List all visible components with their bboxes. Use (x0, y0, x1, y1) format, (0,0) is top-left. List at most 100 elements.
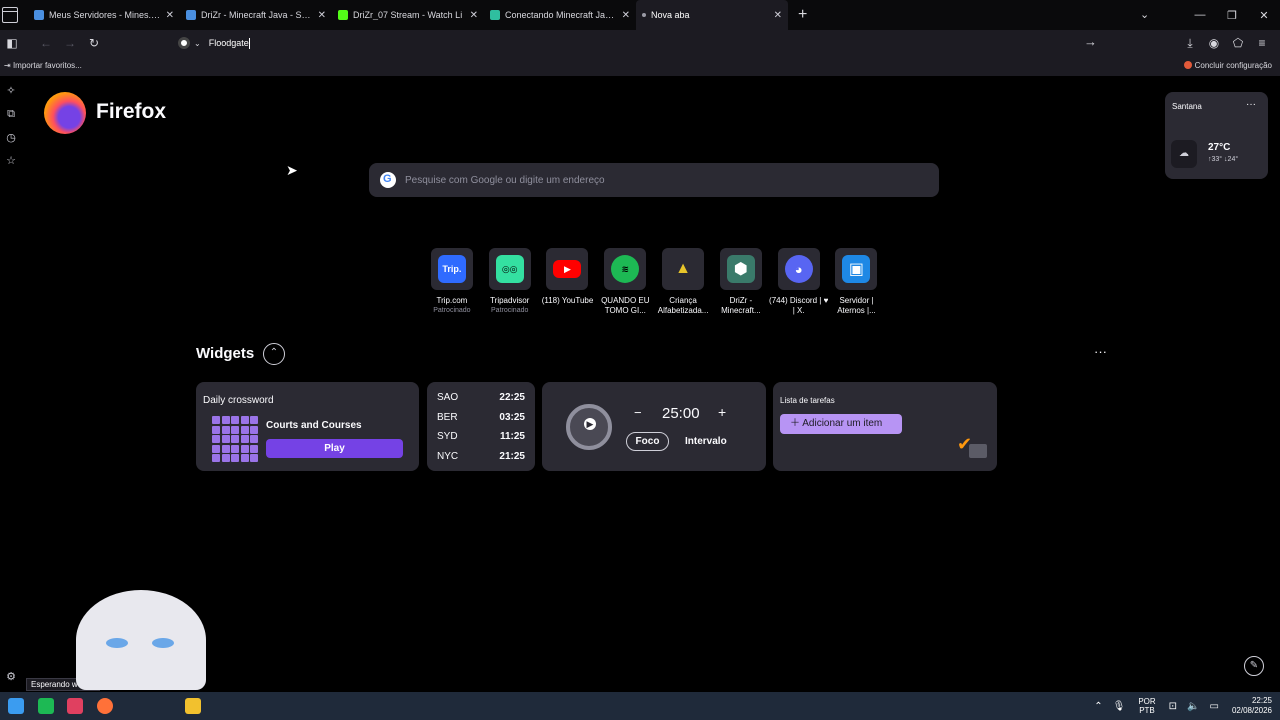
microphone-icon[interactable]: 🎙 (1113, 701, 1126, 712)
address-bar[interactable]: ⌄ Floodgate (172, 33, 1092, 53)
tab-4[interactable]: Nova aba ✕ (636, 0, 788, 30)
downloads-icon[interactable]: ⤓ (1178, 36, 1202, 51)
windows-start-icon[interactable] (8, 698, 24, 714)
sidebar-toggle-icon[interactable]: ◧ (0, 36, 24, 50)
file-explorer-icon[interactable] (185, 698, 201, 714)
shortcut-tile[interactable]: ▣ Servidor | Aternos |... (828, 248, 886, 316)
clock-city: SYD (437, 431, 458, 442)
tab-0[interactable]: Meus Servidores - Mines.host ✕ (28, 0, 180, 30)
history-icon[interactable]: ◷ (4, 131, 18, 144)
shortcut-icon-frame: ◎◎ (488, 248, 531, 290)
close-tab-icon[interactable]: ✕ (622, 10, 630, 21)
crossword-widget: Daily crossword Courts and Courses Play (196, 382, 419, 471)
widgets-more-icon[interactable]: ··· (1094, 344, 1107, 359)
weather-high-low: ↑33° ↓24° (1208, 156, 1238, 163)
customize-pencil-icon[interactable]: ✎ (1244, 656, 1264, 676)
shortcut-icon-frame: ◕ (777, 248, 820, 290)
add-item-button[interactable]: ＋ Adicionar um item (780, 414, 902, 434)
mouse-cursor-icon: ➤ (286, 162, 298, 178)
weather-condition-icon: ☁ (1171, 140, 1197, 168)
go-arrow-icon[interactable]: → (1084, 34, 1097, 49)
play-button[interactable]: Play (266, 439, 403, 458)
search-placeholder: Pesquise com Google ou digite um endereç… (405, 174, 605, 186)
address-input[interactable]: Floodgate (209, 38, 249, 48)
shortcut-icon-frame: ≋ (604, 248, 647, 290)
decrease-time-button[interactable]: − (634, 405, 642, 420)
firefox-taskbar-icon[interactable] (97, 698, 113, 714)
synced-tabs-icon[interactable]: ⧉ (4, 108, 18, 121)
newtab-search-box[interactable]: Pesquise com Google ou digite um endereç… (369, 163, 939, 197)
clock-time: 22:25 (1251, 696, 1272, 705)
minimize-icon[interactable]: — (1184, 9, 1216, 21)
shortcut-icon-frame: ▶ (546, 248, 589, 290)
shortcut-tile[interactable]: Trip. Trip.com Patrocinado (423, 248, 481, 316)
firefox-view-icon[interactable] (2, 7, 18, 23)
shortcut-tile[interactable]: ◕ (744) Discord | ♥ | X. (769, 248, 828, 316)
shortcut-tile[interactable]: ≋ QUANDO EU TOMO GI... (596, 248, 654, 316)
forward-icon[interactable]: → (58, 36, 82, 50)
ai-chat-icon[interactable]: ✧ (4, 84, 18, 97)
top-sites: Trip. Trip.com Patrocinado ◎◎ Tripadviso… (423, 248, 885, 316)
network-icon[interactable]: ⊡ (1169, 701, 1177, 712)
tab-favicon (642, 13, 646, 17)
taskbar-app-icon[interactable] (38, 698, 54, 714)
close-tab-icon[interactable]: ✕ (470, 10, 478, 21)
timer-play-button[interactable]: ▶ (566, 404, 612, 450)
clock-city: BER (437, 412, 458, 423)
bookmarks-icon[interactable]: ☆ (4, 154, 18, 167)
list-all-tabs-icon[interactable]: ⌄ (1140, 8, 1149, 21)
shortcut-icon-frame: Trip. (430, 248, 473, 290)
sponsored-label: Patrocinado (433, 307, 471, 314)
close-tab-icon[interactable]: ✕ (318, 10, 326, 21)
shortcut-label: (118) YouTube (541, 296, 594, 305)
reload-icon[interactable]: ↻ (82, 36, 106, 50)
keyboard-language[interactable]: POR PTB (1138, 697, 1155, 715)
close-tab-icon[interactable]: ✕ (166, 10, 174, 21)
import-bookmarks-link[interactable]: ⇥ Importar favoritos... (4, 61, 82, 70)
weather-widget[interactable]: Santana ··· ☁ 27°C ↑33° ↓24° (1165, 92, 1268, 179)
shortcut-tile[interactable]: ▶ (118) YouTube (539, 248, 597, 316)
crossword-header: Daily crossword (203, 395, 274, 406)
shortcut-tile[interactable]: ▲ Criança Alfabetizada... (654, 248, 712, 316)
taskbar-clock[interactable]: 22:25 02/08/2026 (1232, 696, 1272, 716)
finish-setup-label: Concluir configuração (1194, 61, 1272, 70)
shortcut-icon-frame: ⬢ (719, 248, 762, 290)
system-tray: ⌃ 🎙 POR PTB ⊡ 🔈 ▭ 22:25 02/08/2026 (1089, 692, 1272, 720)
shortcut-label: DriZr - Minecraft... (721, 296, 761, 315)
clock-city: SAO (437, 392, 459, 403)
focus-mode-button[interactable]: Foco (626, 432, 669, 451)
tab-favicon (490, 10, 500, 20)
anime-avatar-overlay (76, 590, 206, 690)
weather-temperature: 27°C (1208, 142, 1231, 153)
shortcut-icon-frame: ▲ (662, 248, 705, 290)
back-icon[interactable]: ← (34, 36, 58, 50)
shortcut-tile[interactable]: ◎◎ Tripadvisor Patrocinado (481, 248, 539, 316)
restore-icon[interactable]: ❐ (1216, 9, 1248, 22)
collapse-widgets-icon[interactable]: ⌃ (263, 343, 285, 365)
new-tab-icon[interactable]: + (798, 6, 807, 24)
shortcut-tile[interactable]: ⬢ DriZr - Minecraft... (712, 248, 770, 316)
close-tab-icon[interactable]: ✕ (774, 10, 782, 21)
finish-setup-link[interactable]: Concluir configuração (1183, 61, 1272, 70)
weather-high: ↑33° (1208, 156, 1223, 163)
navigation-bar: ◧ ← → ↻ ⌄ Floodgate → ⤓ ◉ ⬠ ≡ (0, 30, 1280, 56)
weather-more-icon[interactable]: ··· (1246, 99, 1256, 110)
increase-time-button[interactable]: + (718, 404, 726, 420)
taskbar-app-icon[interactable] (67, 698, 83, 714)
tab-1[interactable]: DriZr - Minecraft Java - Surviva ✕ (180, 0, 332, 30)
text-caret (248, 37, 250, 49)
customize-sidebar-icon[interactable]: ⚙ (4, 670, 18, 683)
close-window-icon[interactable]: ✕ (1248, 9, 1280, 22)
tab-3[interactable]: Conectando Minecraft Java e B ✕ (484, 0, 636, 30)
menu-icon[interactable]: ≡ (1250, 36, 1274, 50)
tray-expand-icon[interactable]: ⌃ (1094, 701, 1102, 712)
extensions-icon[interactable]: ⬠ (1226, 36, 1250, 50)
play-icon: ▶ (584, 418, 596, 430)
volume-icon[interactable]: 🔈 (1187, 701, 1199, 712)
battery-icon[interactable]: ▭ (1210, 701, 1219, 712)
break-mode-button[interactable]: Intervalo (685, 436, 727, 447)
tab-2[interactable]: DriZr_07 Stream - Watch Li ✕ (332, 0, 484, 30)
chevron-down-icon[interactable]: ⌄ (194, 39, 201, 48)
search-engine-icon[interactable] (178, 37, 190, 49)
account-icon[interactable]: ◉ (1202, 36, 1226, 50)
